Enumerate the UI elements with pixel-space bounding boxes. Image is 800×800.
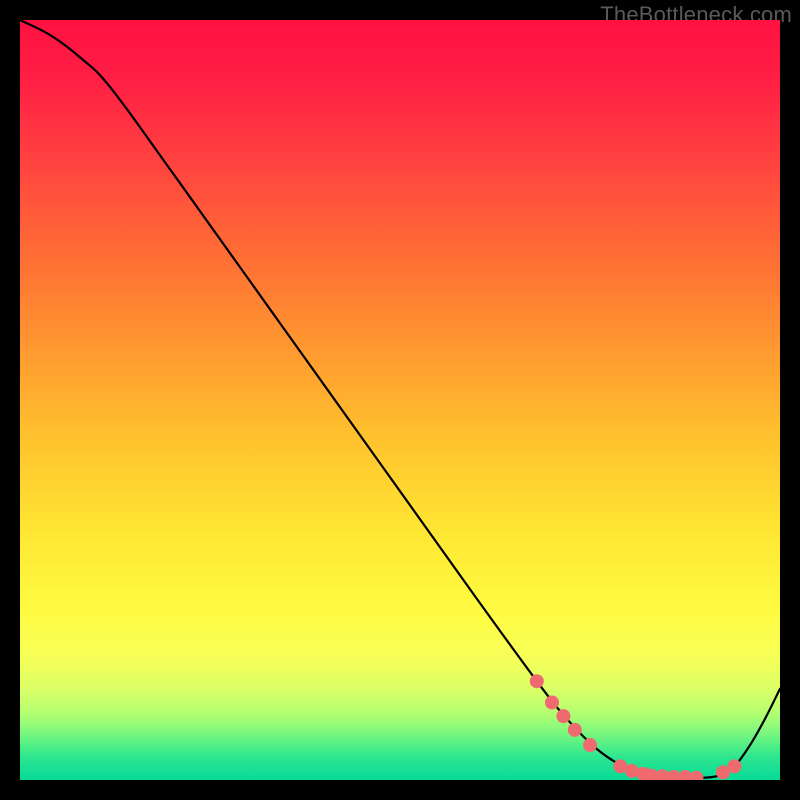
highlight-dot <box>530 674 544 688</box>
highlight-dot <box>545 695 559 709</box>
bottleneck-chart <box>20 20 780 780</box>
chart-stage: TheBottleneck.com <box>0 0 800 800</box>
highlight-dot <box>583 738 597 752</box>
highlight-dot <box>568 723 582 737</box>
gradient-background <box>20 20 780 780</box>
highlight-dot <box>556 709 570 723</box>
highlight-dot <box>727 759 741 773</box>
